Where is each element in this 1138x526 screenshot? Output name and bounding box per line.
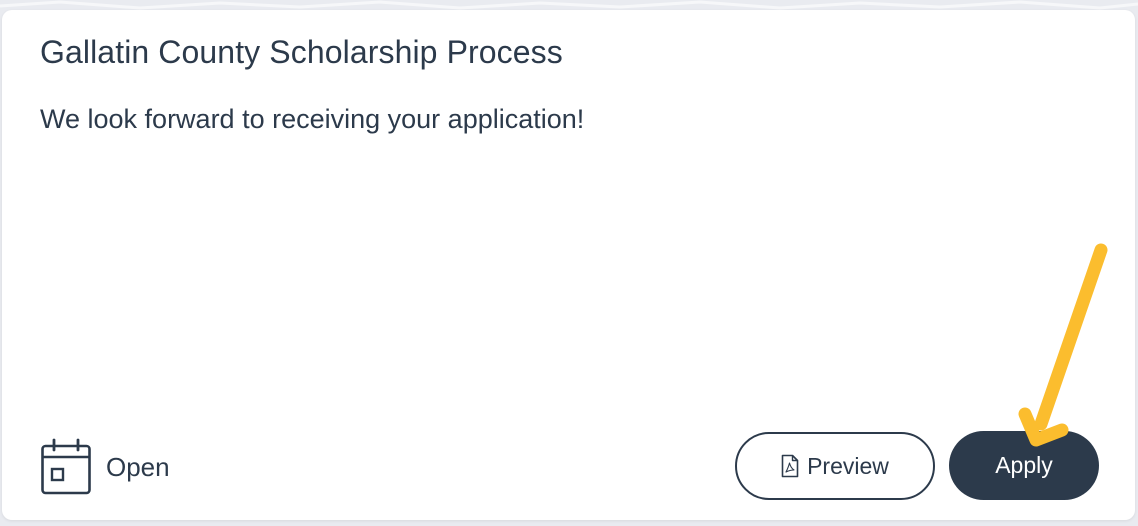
calendar-icon — [41, 438, 91, 495]
preview-label: Preview — [807, 452, 889, 479]
status-label: Open — [106, 451, 170, 482]
apply-button[interactable]: Apply — [949, 431, 1099, 500]
apply-label: Apply — [995, 452, 1053, 478]
card-description: We look forward to receiving your applic… — [40, 104, 585, 134]
status-indicator: Open — [40, 438, 170, 496]
scholarship-card: Gallatin County Scholarship Process We l… — [2, 10, 1135, 520]
card-title: Gallatin County Scholarship Process — [40, 34, 563, 70]
preview-button[interactable]: Preview — [735, 432, 935, 500]
pdf-file-icon — [781, 454, 799, 478]
